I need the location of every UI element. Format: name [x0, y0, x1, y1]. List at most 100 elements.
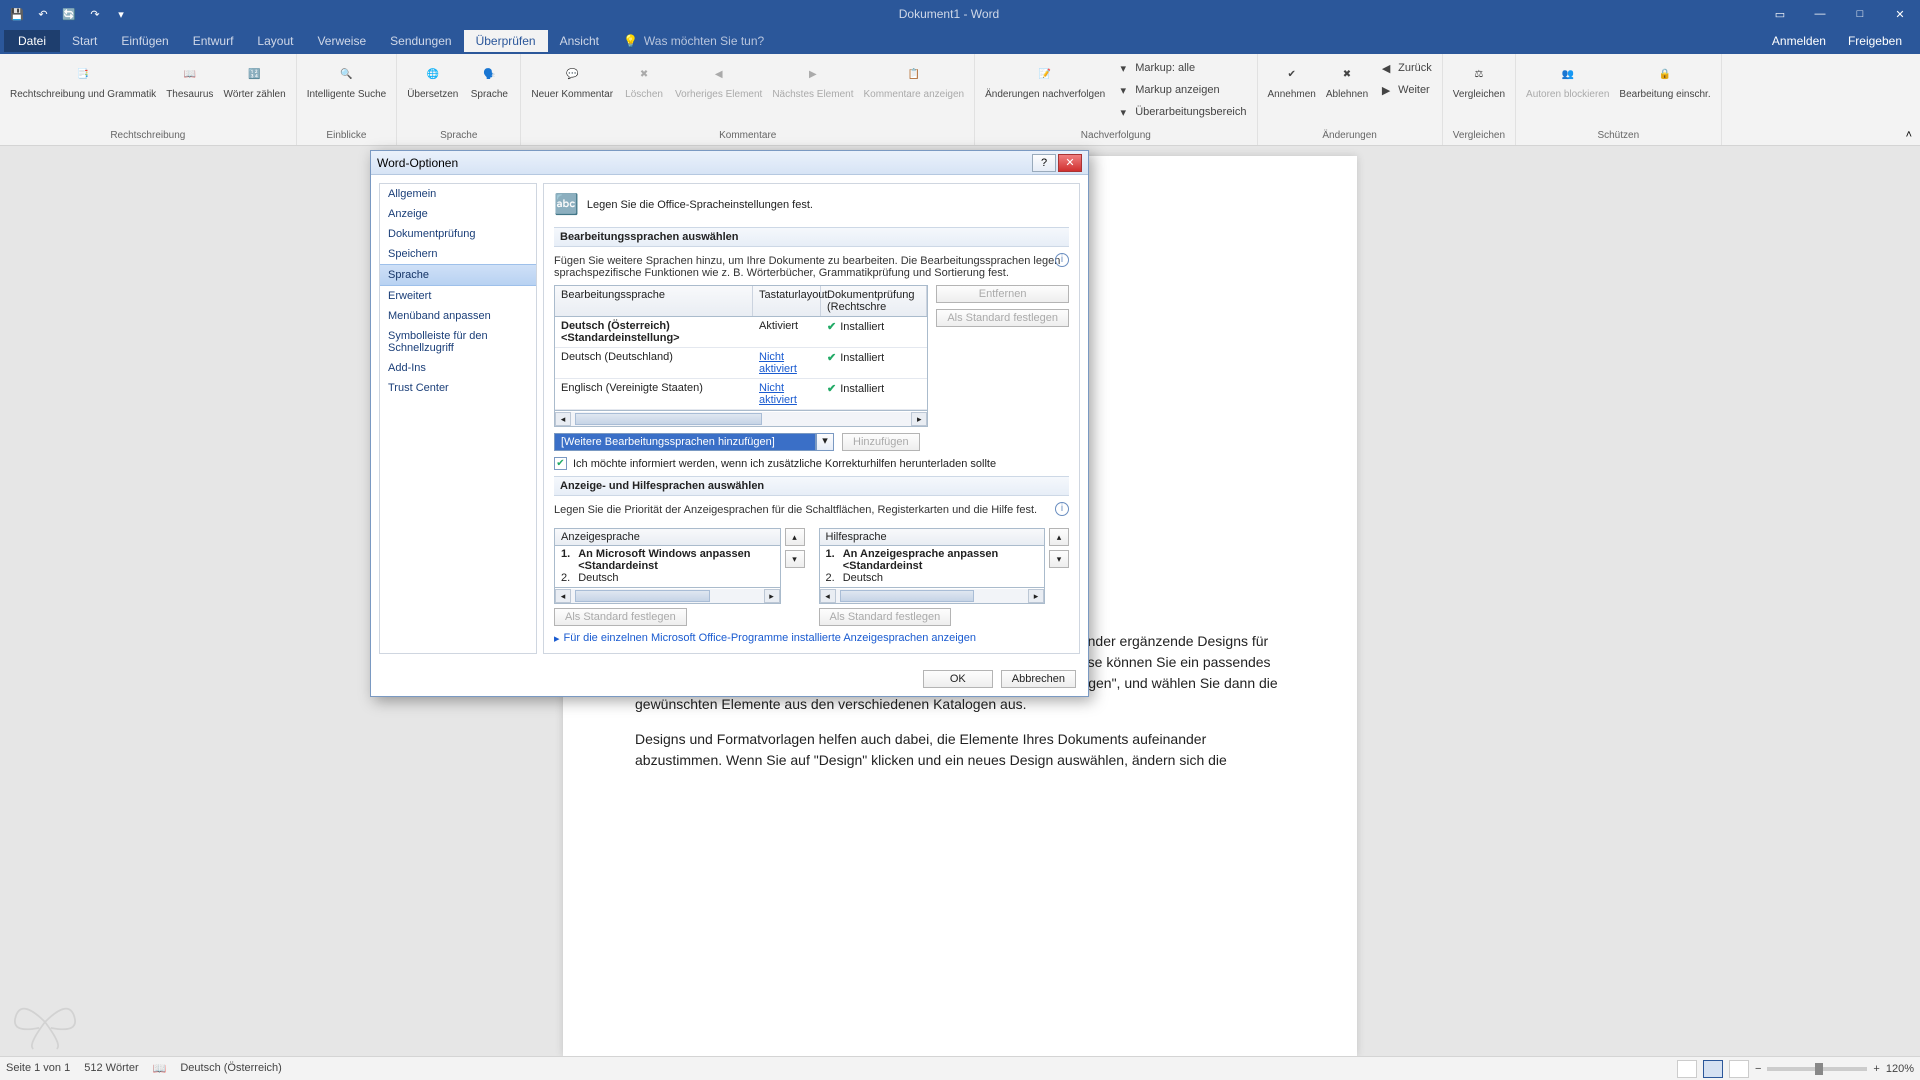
zoom-thumb[interactable]	[1815, 1063, 1823, 1075]
track-changes-button[interactable]: 📝Änderungen nachverfolgen	[983, 58, 1107, 102]
table-row[interactable]: Deutsch (Österreich) <Standardeinstellun…	[555, 317, 927, 348]
scroll-thumb[interactable]	[575, 413, 762, 425]
ribbon-tabstrip: Datei Start Einfügen Entwurf Layout Verw…	[0, 28, 1920, 54]
accept-button[interactable]: ✔Annehmen	[1266, 58, 1318, 102]
dialog-titlebar[interactable]: Word-Optionen ? ✕	[371, 151, 1088, 175]
dialog-close-button[interactable]: ✕	[1058, 154, 1082, 172]
view-print-layout[interactable]	[1703, 1060, 1723, 1078]
qa-refresh[interactable]: 🔄	[58, 3, 80, 25]
thesaurus-button[interactable]: 📖Thesaurus	[164, 58, 215, 102]
sidebar-item-proofing[interactable]: Dokumentprüfung	[380, 224, 536, 244]
zoom-out-button[interactable]: −	[1755, 1063, 1761, 1075]
sidebar-item-trust[interactable]: Trust Center	[380, 378, 536, 398]
sidebar-item-qat[interactable]: Symbolleiste für den Schnellzugriff	[380, 326, 536, 358]
language-settings-icon: 🔤	[554, 192, 579, 217]
qa-undo[interactable]: ↶	[32, 3, 54, 25]
status-language[interactable]: Deutsch (Österreich)	[180, 1062, 281, 1075]
status-page[interactable]: Seite 1 von 1	[6, 1062, 70, 1075]
move-down-button[interactable]: ▾	[785, 550, 805, 568]
word-options-dialog: Word-Optionen ? ✕ Allgemein Anzeige Doku…	[370, 150, 1089, 697]
display-lang-list[interactable]: 1.An Microsoft Windows anpassen <Standar…	[554, 546, 781, 588]
close-button[interactable]: ✕	[1880, 0, 1920, 28]
new-comment-button[interactable]: 💬Neuer Kommentar	[529, 58, 615, 102]
reject-button[interactable]: ✖Ablehnen	[1324, 58, 1370, 102]
keyboard-activate-link[interactable]: Nicht aktiviert	[759, 382, 797, 406]
add-language-button: Hinzufügen	[842, 433, 920, 451]
tab-review[interactable]: Überprüfen	[464, 30, 548, 52]
table-hscrollbar[interactable]: ◂ ▸	[554, 411, 928, 427]
tab-view[interactable]: Ansicht	[548, 30, 611, 52]
delete-comment-button: ✖Löschen	[621, 58, 667, 102]
translate-button[interactable]: 🌐Übersetzen	[405, 58, 460, 102]
move-up-button[interactable]: ▴	[1049, 528, 1069, 546]
scroll-left-button[interactable]: ◂	[555, 412, 571, 426]
chevron-right-icon: ▸	[554, 632, 560, 645]
move-down-button[interactable]: ▾	[1049, 550, 1069, 568]
show-markup-dropdown[interactable]: ▾Markup anzeigen	[1113, 80, 1248, 100]
show-installed-langs-link[interactable]: ▸ Für die einzelnen Microsoft Office-Pro…	[554, 632, 1069, 645]
cancel-button[interactable]: Abbrechen	[1001, 670, 1076, 688]
reviewing-pane-dropdown[interactable]: ▾Überarbeitungsbereich	[1113, 102, 1248, 122]
status-proof-icon[interactable]: 📖	[153, 1062, 167, 1075]
table-row[interactable]: Deutsch (Deutschland) Nicht aktiviert ✔I…	[555, 348, 927, 379]
share-button[interactable]: Freigeben	[1840, 30, 1910, 52]
info-icon[interactable]: i	[1055, 502, 1069, 516]
dialog-help-button[interactable]: ?	[1032, 154, 1056, 172]
display-lang-hscroll[interactable]: ◂▸	[554, 588, 781, 604]
table-row[interactable]: Englisch (Vereinigte Staaten) Nicht akti…	[555, 379, 927, 410]
qa-customize[interactable]: ▾	[110, 3, 132, 25]
tab-layout[interactable]: Layout	[245, 30, 305, 52]
ribbon-content: 📑Rechtschreibung und Grammatik 📖Thesauru…	[0, 54, 1920, 146]
remove-language-button: Entfernen	[936, 285, 1069, 303]
view-web-layout[interactable]	[1729, 1060, 1749, 1078]
help-lang-hscroll[interactable]: ◂▸	[819, 588, 1046, 604]
info-icon[interactable]: i	[1055, 253, 1069, 267]
status-wordcount[interactable]: 512 Wörter	[84, 1062, 138, 1075]
sidebar-item-addins[interactable]: Add-Ins	[380, 358, 536, 378]
sidebar-item-ribbon[interactable]: Menüband anpassen	[380, 306, 536, 326]
keyboard-activate-link[interactable]: Nicht aktiviert	[759, 351, 797, 375]
tell-me-search[interactable]: 💡 Was möchten Sie tun?	[611, 30, 776, 52]
move-up-button[interactable]: ▴	[785, 528, 805, 546]
next-comment-button: ▶Nächstes Element	[770, 58, 855, 102]
spelling-grammar-button[interactable]: 📑Rechtschreibung und Grammatik	[8, 58, 158, 102]
qa-save[interactable]: 💾	[6, 3, 28, 25]
tab-file[interactable]: Datei	[4, 30, 60, 52]
combo-dropdown-button[interactable]: ▾	[816, 433, 834, 451]
add-language-combo[interactable]: [Weitere Bearbeitungssprachen hinzufügen…	[554, 433, 834, 451]
restrict-editing-button[interactable]: 🔒Bearbeitung einschr.	[1617, 58, 1712, 102]
zoom-in-button[interactable]: +	[1873, 1063, 1879, 1075]
signin-link[interactable]: Anmelden	[1764, 30, 1834, 52]
view-read-mode[interactable]	[1677, 1060, 1697, 1078]
markup-dropdown[interactable]: ▾Markup: alle	[1113, 58, 1248, 78]
compare-button[interactable]: ⚖Vergleichen	[1451, 58, 1507, 102]
zoom-level[interactable]: 120%	[1886, 1063, 1914, 1075]
section-editing-langs-desc: Fügen Sie weitere Sprachen hinzu, um Ihr…	[554, 253, 1069, 285]
sidebar-item-display[interactable]: Anzeige	[380, 204, 536, 224]
language-button[interactable]: 🗣️Sprache	[466, 58, 512, 102]
tab-start[interactable]: Start	[60, 30, 109, 52]
minimize-button[interactable]: —	[1800, 0, 1840, 28]
word-count-button[interactable]: 🔢Wörter zählen	[221, 58, 287, 102]
sidebar-item-advanced[interactable]: Erweitert	[380, 286, 536, 306]
scroll-right-button[interactable]: ▸	[911, 412, 927, 426]
tab-references[interactable]: Verweise	[305, 30, 378, 52]
sidebar-item-general[interactable]: Allgemein	[380, 184, 536, 204]
tab-mailings[interactable]: Sendungen	[378, 30, 463, 52]
prev-change-button[interactable]: ◀Zurück	[1376, 58, 1434, 78]
sidebar-item-language[interactable]: Sprache	[380, 264, 536, 286]
sidebar-item-save[interactable]: Speichern	[380, 244, 536, 264]
notify-downloads-checkbox[interactable]: ✔	[554, 457, 567, 470]
qa-redo[interactable]: ↷	[84, 3, 106, 25]
maximize-button[interactable]: □	[1840, 0, 1880, 28]
tab-design[interactable]: Entwurf	[181, 30, 246, 52]
zoom-slider[interactable]	[1767, 1067, 1867, 1071]
ok-button[interactable]: OK	[923, 670, 993, 688]
ribbon-display-options[interactable]: ▭	[1760, 0, 1800, 28]
table-header-proofing: Dokumentprüfung (Rechtschre	[821, 286, 927, 316]
next-change-button[interactable]: ▶Weiter	[1376, 80, 1434, 100]
smart-lookup-button[interactable]: 🔍Intelligente Suche	[305, 58, 389, 102]
collapse-ribbon-button[interactable]: ˄	[1898, 125, 1920, 145]
help-lang-list[interactable]: 1.An Anzeigesprache anpassen <Standardei…	[819, 546, 1046, 588]
tab-insert[interactable]: Einfügen	[109, 30, 180, 52]
